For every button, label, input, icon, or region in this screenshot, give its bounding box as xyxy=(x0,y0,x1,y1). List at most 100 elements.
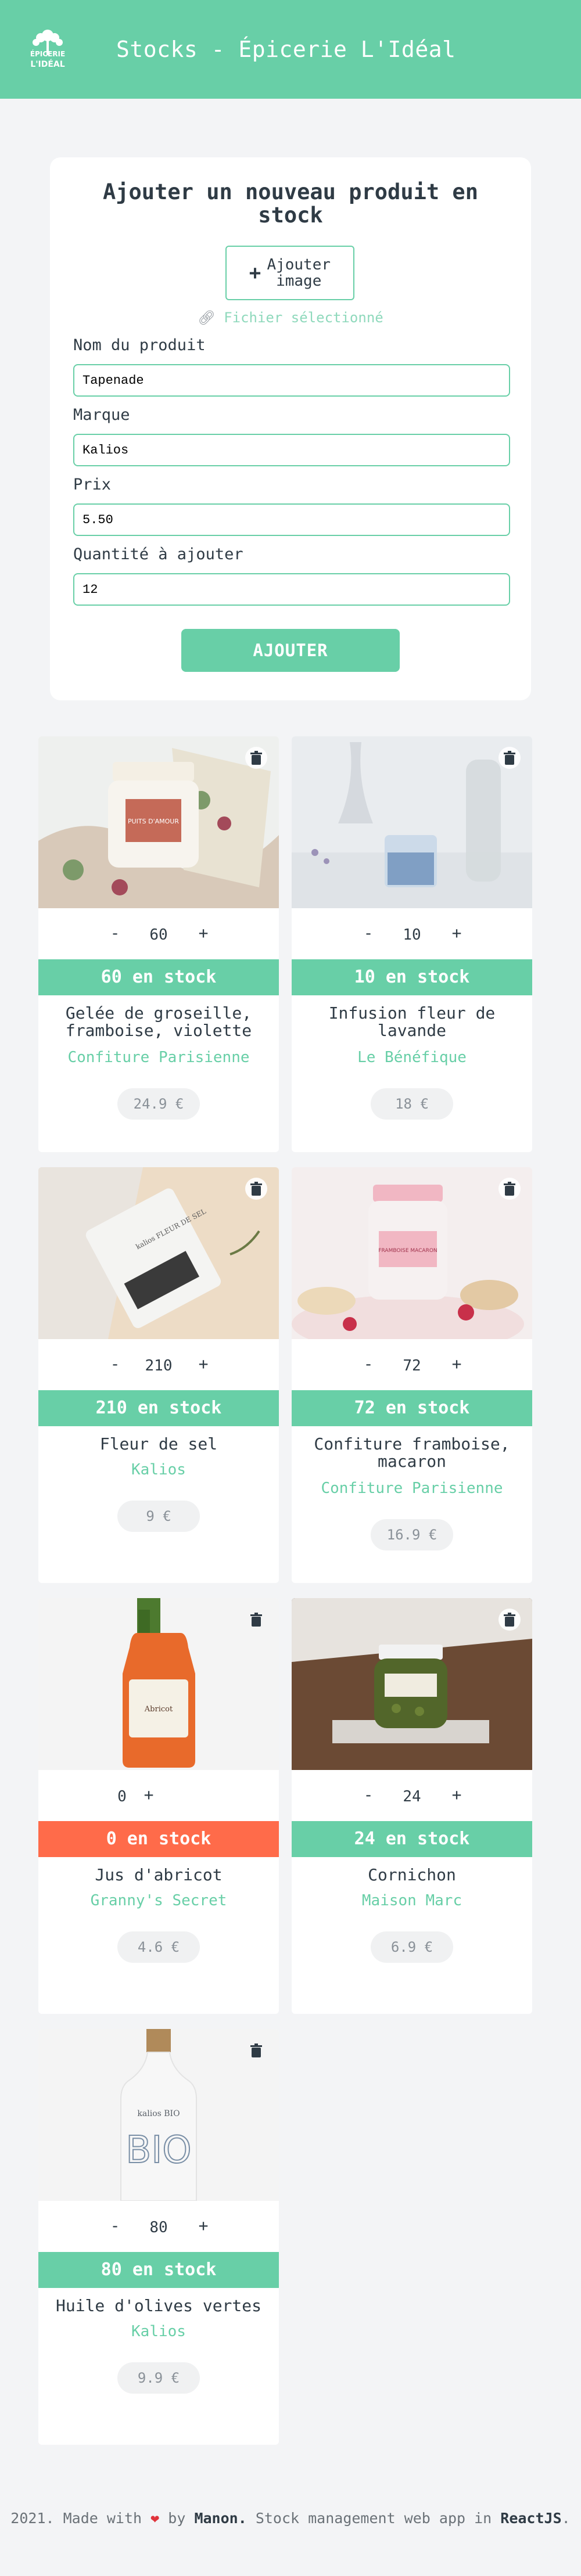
product-price: 24.9 € xyxy=(117,1088,200,1120)
quantity-value: 80 xyxy=(149,2219,168,2236)
product-price: 16.9 € xyxy=(371,1519,453,1550)
file-selected-indicator: 🔗︎ Fichier sélectionné xyxy=(50,310,531,326)
svg-text:BIO: BIO xyxy=(125,2129,191,2172)
delete-button[interactable] xyxy=(245,1178,267,1200)
footer: 2021. Made with ❤ by Manon. Stock manage… xyxy=(0,2510,581,2527)
decrement-button[interactable]: - xyxy=(357,1354,380,1373)
quantity-value: 60 xyxy=(149,926,168,944)
footer-by: by xyxy=(168,2510,186,2527)
logo: ÉPICERIE L'IDÉAL xyxy=(19,20,77,78)
quantity-stepper: - 10 + xyxy=(292,923,532,947)
file-selected-text: Fichier sélectionné xyxy=(224,310,383,326)
product-label-text: kalios BIO xyxy=(137,2109,180,2118)
stock-badge: 10 en stock xyxy=(292,959,532,995)
increment-button[interactable]: + xyxy=(192,923,215,942)
product-label-text: Abricot xyxy=(144,1705,173,1714)
submit-button[interactable]: AJOUTER xyxy=(181,629,400,672)
stock-badge: 72 en stock xyxy=(292,1390,532,1426)
decrement-button[interactable]: - xyxy=(357,1785,380,1804)
product-name: Cornichon xyxy=(368,1865,456,1884)
product-image: kalios FLEUR DE SEL xyxy=(38,1167,279,1339)
product-price: 9 € xyxy=(117,1501,200,1532)
stock-badge: 60 en stock xyxy=(38,959,279,995)
product-name: Infusion fleur de lavande xyxy=(328,1003,496,1040)
product-price: 18 € xyxy=(371,1088,453,1120)
product-image: PUITS D'AMOUR xyxy=(38,736,279,908)
product-price: 9.9 € xyxy=(117,2362,200,2394)
decrement-button[interactable]: - xyxy=(357,923,380,942)
price-label: Prix xyxy=(73,476,112,494)
price-input[interactable] xyxy=(73,503,510,536)
footer-middle: Stock management web app in xyxy=(255,2510,492,2527)
trash-icon xyxy=(250,751,262,765)
delete-button[interactable] xyxy=(245,1609,267,1631)
increment-button[interactable]: + xyxy=(192,2216,215,2235)
logo-text-top: ÉPICERIE xyxy=(30,49,65,58)
increment-button[interactable]: + xyxy=(445,1354,468,1373)
product-price: 4.6 € xyxy=(117,1931,200,1963)
product-name-label: Nom du produit xyxy=(73,336,206,354)
app-header: ÉPICERIE L'IDÉAL Stocks - Épicerie L'Idé… xyxy=(0,0,581,99)
product-card: FRAMBOISE MACARON - 72 + 72 en stock Con… xyxy=(292,1167,532,1583)
product-label-text: PUITS D'AMOUR xyxy=(128,818,179,825)
quantity-value: 72 xyxy=(403,1357,421,1375)
product-name: Confiture framboise, macaron xyxy=(314,1434,510,1471)
product-brand: Le Bénéfique xyxy=(357,1049,467,1066)
increment-button[interactable]: + xyxy=(137,1785,160,1804)
quantity-input[interactable] xyxy=(73,573,510,606)
product-brand: Kalios xyxy=(131,1461,186,1478)
product-card: Abricot 0 + 0 en stock Jus d'abricot Gra… xyxy=(38,1598,279,2014)
page-title: Stocks - Épicerie L'Idéal xyxy=(116,37,456,62)
quantity-value: 0 xyxy=(117,1788,127,1805)
stock-badge: 210 en stock xyxy=(38,1390,279,1426)
product-name: Huile d'olives vertes xyxy=(55,2296,261,2315)
delete-button[interactable] xyxy=(245,747,267,769)
decrement-button[interactable]: - xyxy=(103,1354,127,1373)
stock-badge: 80 en stock xyxy=(38,2252,279,2288)
quantity-stepper: - 210 + xyxy=(38,1354,279,1377)
footer-author: Manon. xyxy=(194,2510,247,2527)
trash-icon xyxy=(250,1182,262,1196)
heart-icon: ❤ xyxy=(150,2510,160,2527)
delete-button[interactable] xyxy=(245,2039,267,2061)
stock-badge: 0 en stock xyxy=(38,1821,279,1857)
product-card: - 10 + 10 en stock Infusion fleur de lav… xyxy=(292,736,532,1152)
increment-button[interactable]: + xyxy=(445,1785,468,1804)
increment-button[interactable]: + xyxy=(445,923,468,942)
delete-button[interactable] xyxy=(498,747,521,769)
decrement-button[interactable]: - xyxy=(103,2216,127,2235)
product-image: kalios BIO BIO xyxy=(38,2029,279,2201)
product-image: Abricot xyxy=(38,1598,279,1770)
product-name-input[interactable] xyxy=(73,364,510,397)
trash-icon xyxy=(504,1182,515,1196)
delete-button[interactable] xyxy=(498,1178,521,1200)
quantity-value: 210 xyxy=(145,1357,173,1375)
product-brand: Granny's Secret xyxy=(90,1892,227,1909)
product-name: Gelée de groseille, framboise, violette xyxy=(65,1003,252,1040)
decrement-button[interactable]: - xyxy=(103,923,127,942)
add-image-button[interactable]: + Ajouter image xyxy=(225,246,354,300)
add-image-label: Ajouter image xyxy=(267,256,331,290)
product-brand: Maison Marc xyxy=(361,1892,462,1909)
trash-icon xyxy=(250,1613,262,1627)
footer-tech: ReactJS xyxy=(500,2510,562,2527)
plus-icon: + xyxy=(249,261,261,285)
delete-button[interactable] xyxy=(498,1609,521,1631)
brand-label: Marque xyxy=(73,406,130,424)
quantity-stepper: - 80 + xyxy=(38,2216,279,2239)
product-card: PUITS D'AMOUR - 60 + 60 en stock Gelée d… xyxy=(38,736,279,1152)
product-image xyxy=(292,1598,532,1770)
product-name: Jus d'abricot xyxy=(95,1865,223,1884)
product-brand: Confiture Parisienne xyxy=(321,1480,503,1497)
product-card: - 24 + 24 en stock Cornichon Maison Marc… xyxy=(292,1598,532,2014)
trash-icon xyxy=(504,751,515,765)
product-card: kalios BIO BIO - 80 + 80 en stock Huile … xyxy=(38,2029,279,2445)
stock-badge: 24 en stock xyxy=(292,1821,532,1857)
brand-input[interactable] xyxy=(73,434,510,466)
increment-button[interactable]: + xyxy=(192,1354,215,1373)
quantity-stepper: 0 + xyxy=(38,1785,279,1808)
product-label-text: FRAMBOISE MACARON xyxy=(378,1248,437,1254)
trash-icon xyxy=(504,1613,515,1627)
product-brand: Confiture Parisienne xyxy=(67,1049,250,1066)
quantity-stepper: - 60 + xyxy=(38,923,279,947)
